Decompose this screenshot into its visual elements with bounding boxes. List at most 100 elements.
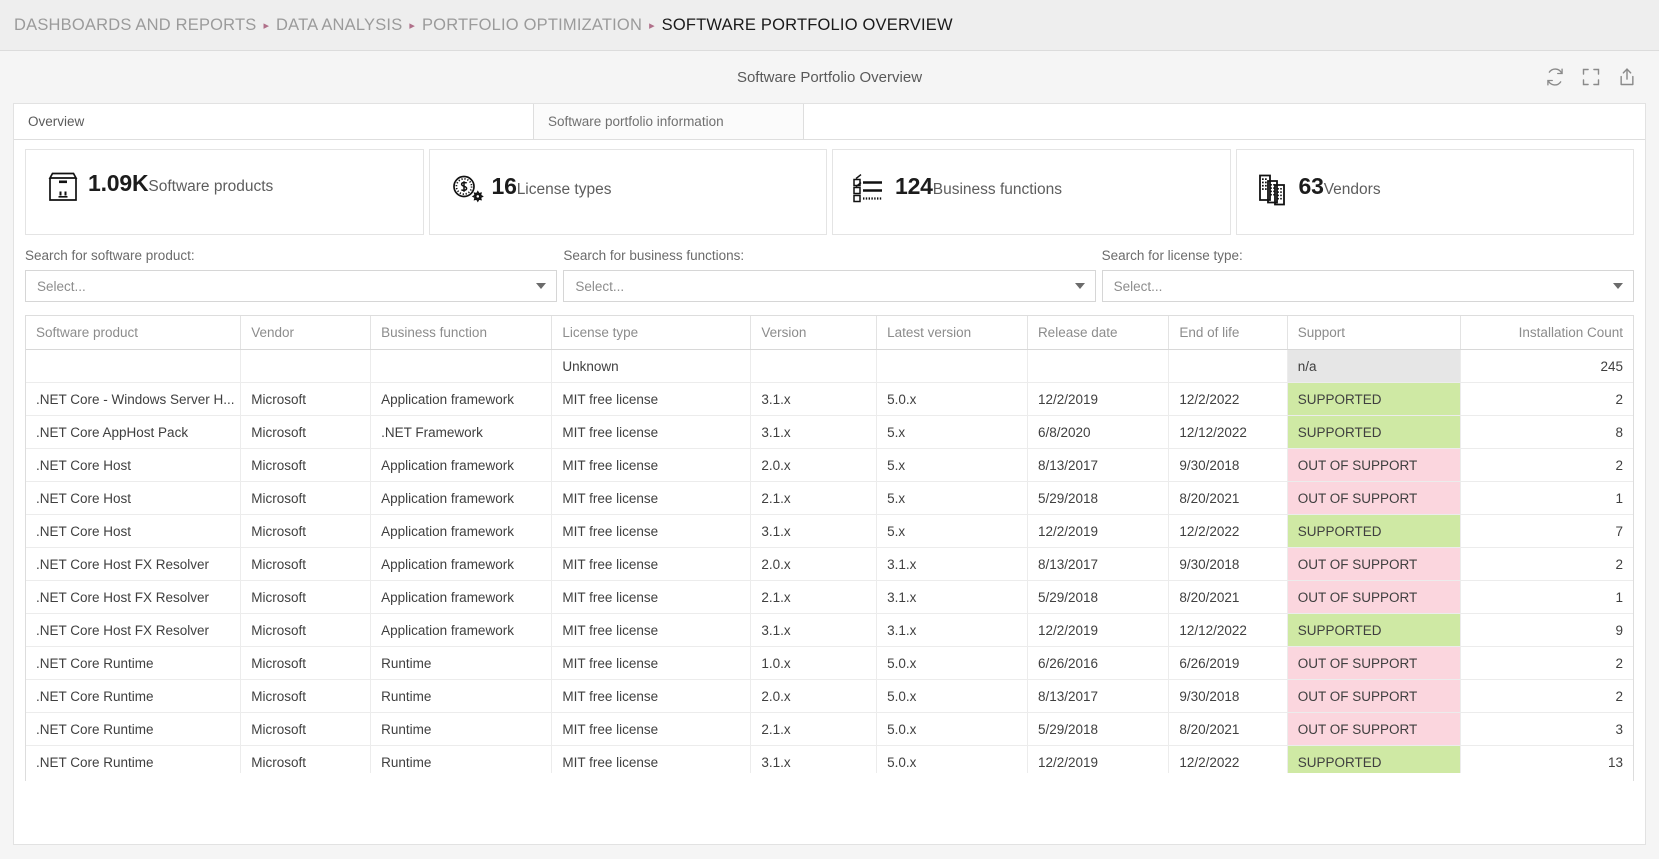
filter-row: Search for software product: Select... S…: [14, 235, 1645, 302]
cell-end_of_life: 8/20/2021: [1168, 712, 1288, 746]
kpi-card-software-products[interactable]: 1.09K Software products: [25, 149, 424, 235]
cell-business_function: Application framework: [370, 481, 553, 515]
cell-business_function: Runtime: [370, 679, 553, 713]
business-functions-select[interactable]: Select...: [563, 270, 1096, 302]
cell-installation-count: 7: [1460, 514, 1633, 548]
cell-vendor: Microsoft: [240, 448, 372, 482]
cell-business_function: Application framework: [370, 547, 553, 581]
kpi-value: 16: [491, 173, 517, 199]
cell-version: 2.1.x: [750, 580, 878, 614]
breadcrumb-separator-icon: ▸: [263, 19, 270, 32]
column-header-license-type[interactable]: License type: [551, 316, 752, 350]
cell-product[interactable]: .NET Core AppHost Pack: [26, 415, 242, 449]
cell-version: 3.1.x: [750, 382, 878, 416]
share-icon[interactable]: [1617, 67, 1637, 87]
table-row[interactable]: .NET Core Host Microsoft Application frame…: [26, 448, 1633, 482]
cell-license_type: MIT free license: [551, 613, 752, 647]
table-row[interactable]: .NET Core Host FX Resolver Microsoft Appli…: [26, 580, 1633, 614]
cell-latest_version: 3.1.x: [876, 580, 1028, 614]
cell-vendor: Microsoft: [240, 415, 372, 449]
cell-business_function: Application framework: [370, 382, 553, 416]
fullscreen-icon[interactable]: [1581, 67, 1601, 87]
cell-end_of_life: 6/26/2019: [1168, 646, 1288, 680]
column-header-installation-count[interactable]: Installation Count: [1460, 316, 1633, 350]
column-header-end-of-life[interactable]: End of life: [1168, 316, 1288, 350]
software-product-select[interactable]: Select...: [25, 270, 558, 302]
cell-product[interactable]: .NET Core Host FX Resolver: [26, 580, 242, 614]
select-value: Select...: [1113, 278, 1163, 294]
table-row[interactable]: .NET Core AppHost Pack Microsoft .NET Fram…: [26, 415, 1633, 449]
table-header: Software product Vendor Business functio…: [26, 316, 1633, 350]
cell-product[interactable]: .NET Core Host: [26, 481, 242, 515]
table-row[interactable]: .NET Core Runtime Microsoft Runtime MIT fre…: [26, 679, 1633, 713]
cell-latest_version: 5.x: [876, 481, 1028, 515]
cell-end_of_life: 8/20/2021: [1168, 481, 1288, 515]
cell-product[interactable]: .NET Core Host: [26, 448, 242, 482]
cell-product[interactable]: .NET Core Runtime: [26, 679, 242, 713]
tab-overview[interactable]: Overview: [14, 104, 534, 139]
table-row[interactable]: .NET Core Host FX Resolver Microsoft Appli…: [26, 613, 1633, 647]
cell-release_date: 8/13/2017: [1027, 679, 1170, 713]
cell-product[interactable]: .NET Core Runtime: [26, 712, 242, 746]
cell-license_type: MIT free license: [551, 415, 752, 449]
cell-installation-count: 8: [1460, 415, 1633, 449]
kpi-card-license-types[interactable]: 16 License types: [428, 149, 827, 235]
cell-release_date: 12/2/2019: [1027, 514, 1170, 548]
kpi-card-row: 1.09K Software products 16 License types…: [14, 140, 1645, 235]
column-header-version[interactable]: Version: [750, 316, 878, 350]
breadcrumb-item-portfolio-optimization[interactable]: PORTFOLIO OPTIMIZATION: [422, 16, 642, 35]
cell-version: 2.0.x: [750, 679, 878, 713]
status-badge: OUT OF SUPPORT: [1287, 580, 1461, 614]
breadcrumb-separator-icon: ▸: [409, 19, 415, 32]
kpi-value: 124: [895, 173, 933, 199]
table-row[interactable]: .NET Core Runtime Microsoft Runtime MIT fre…: [26, 646, 1633, 680]
cell-product[interactable]: .NET Core - Windows Server H...: [26, 382, 242, 416]
cell-vendor: Microsoft: [240, 679, 372, 713]
cell-version: 3.1.x: [750, 514, 878, 548]
cell-product[interactable]: .NET Core Host: [26, 514, 242, 548]
cell-version: 3.1.x: [750, 613, 878, 647]
kpi-card-business-functions[interactable]: 124 Business functions: [832, 149, 1231, 235]
table-row[interactable]: Unknown n/a 245: [26, 349, 1633, 383]
refresh-icon[interactable]: [1545, 67, 1565, 87]
table-row[interactable]: .NET Core Host Microsoft Application frame…: [26, 481, 1633, 515]
status-badge: OUT OF SUPPORT: [1287, 448, 1461, 482]
cell-release_date: 6/26/2016: [1027, 646, 1170, 680]
cell-version: 3.1.x: [750, 415, 878, 449]
cell-product[interactable]: .NET Core Runtime: [26, 646, 242, 680]
table-row[interactable]: .NET Core Host Microsoft Application frame…: [26, 514, 1633, 548]
cell-end_of_life: [1168, 349, 1288, 383]
kpi-label: Business functions: [932, 181, 1063, 198]
kpi-value: 63: [1298, 173, 1324, 199]
kpi-card-vendors[interactable]: 63 Vendors: [1235, 149, 1634, 235]
cell-latest_version: 5.x: [876, 415, 1028, 449]
column-header-software-product[interactable]: Software product: [26, 316, 242, 350]
cell-business_function: Application framework: [370, 514, 553, 548]
cell-vendor: Microsoft: [240, 481, 372, 515]
status-badge: OUT OF SUPPORT: [1287, 481, 1461, 515]
status-badge: OUT OF SUPPORT: [1287, 646, 1461, 680]
license-type-select[interactable]: Select...: [1101, 270, 1634, 302]
cell-product[interactable]: .NET Core Host FX Resolver: [26, 547, 242, 581]
cell-vendor: Microsoft: [240, 646, 372, 680]
filter-label: Search for license type:: [1101, 248, 1243, 263]
column-header-support[interactable]: Support: [1287, 316, 1461, 350]
column-header-business-function[interactable]: Business function: [370, 316, 553, 350]
horizontal-scrollbar[interactable]: [26, 773, 1633, 781]
cell-latest_version: 5.x: [876, 514, 1028, 548]
tab-software-portfolio-information[interactable]: Software portfolio information: [534, 104, 804, 139]
filter-label: Search for software product:: [25, 248, 195, 263]
column-header-vendor[interactable]: Vendor: [240, 316, 372, 350]
license-coin-icon: [444, 167, 490, 213]
column-header-release-date[interactable]: Release date: [1027, 316, 1170, 350]
cell-release_date: 5/29/2018: [1027, 712, 1170, 746]
breadcrumb-item-dashboards[interactable]: DASHBOARDS AND REPORTS: [14, 16, 256, 35]
breadcrumb-item-data-analysis[interactable]: DATA ANALYSIS: [276, 16, 402, 35]
software-portfolio-table-container[interactable]: Software product Vendor Business functio…: [25, 315, 1634, 781]
cell-product[interactable]: .NET Core Host FX Resolver: [26, 613, 242, 647]
column-header-latest-version[interactable]: Latest version: [876, 316, 1028, 350]
table-row[interactable]: .NET Core Runtime Microsoft Runtime MIT fre…: [26, 712, 1633, 746]
table-row[interactable]: .NET Core - Windows Server H... Microsoft…: [26, 382, 1633, 416]
chevron-down-icon: [536, 283, 547, 289]
table-row[interactable]: .NET Core Host FX Resolver Microsoft Appli…: [26, 547, 1633, 581]
